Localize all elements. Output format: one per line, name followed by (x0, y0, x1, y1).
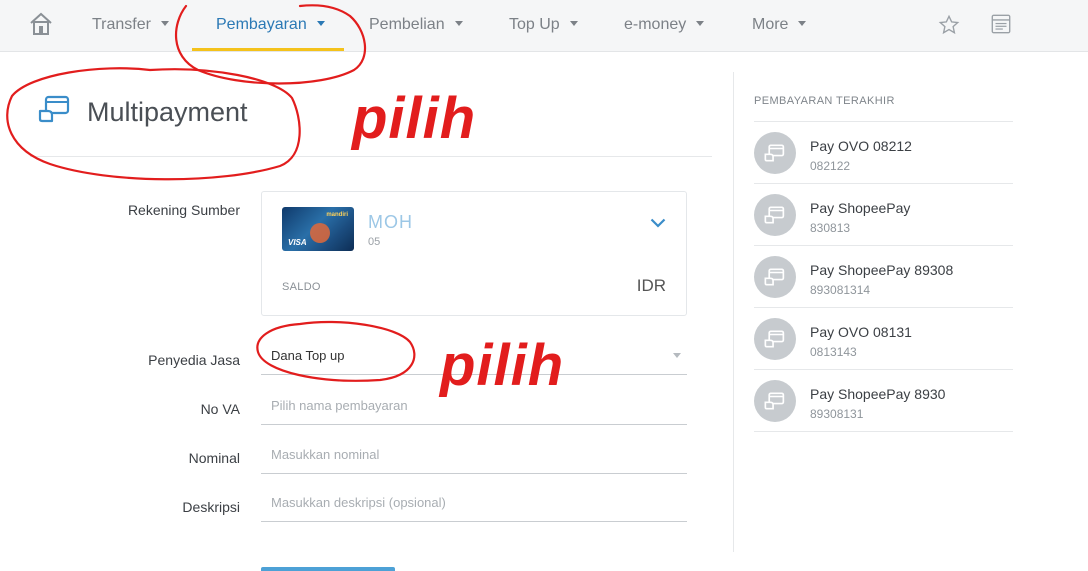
caret-down-icon (316, 21, 325, 27)
recent-payments-heading: PEMBAYARAN TERAKHIR (754, 95, 895, 107)
payment-card-icon (764, 144, 785, 162)
nav-item-more[interactable]: More (752, 0, 807, 52)
caret-down-icon (160, 21, 169, 27)
nav-item-label: Pembayaran (216, 16, 307, 33)
title-divider (30, 156, 712, 157)
nav-item-label: Transfer (92, 16, 151, 33)
active-tab-indicator (192, 48, 344, 51)
payment-card-icon (764, 268, 785, 286)
recent-payment-title: Pay OVO 08212 (810, 138, 912, 154)
card-network: VISA (288, 238, 307, 247)
recent-payment-number: 89308131 (810, 407, 864, 421)
card-brand: mandiri (326, 212, 348, 218)
nav-item-label: Top Up (509, 16, 560, 33)
balance-value: IDR (636, 276, 666, 295)
payment-card-icon (38, 95, 70, 123)
nav-item-label: e-money (624, 16, 687, 33)
nav-item-pembelian[interactable]: Pembelian (369, 0, 463, 52)
account-name: MOH (368, 212, 413, 232)
nominal-input[interactable] (261, 436, 687, 474)
source-account-selector[interactable]: mandiri VISA MOH 05 SALDO IDR (261, 191, 687, 316)
payment-card-icon (764, 330, 785, 348)
nav-item-e-money[interactable]: e-money (624, 0, 705, 52)
nav-item-label: More (752, 16, 789, 33)
description-label: Deskripsi (182, 499, 240, 515)
annotation-pilih: pilih (440, 333, 565, 398)
recent-payment-item[interactable]: Pay ShopeePay 89308 893081314 (754, 246, 1013, 307)
va-label: No VA (200, 401, 240, 417)
balance-label: SALDO (282, 281, 321, 293)
recent-payment-title: Pay ShopeePay (810, 200, 911, 216)
star-icon[interactable] (938, 14, 960, 36)
debit-card-image: mandiri VISA (282, 207, 354, 251)
payment-avatar (754, 256, 796, 298)
account-number: 05 (368, 236, 381, 248)
recent-payment-number: 0813143 (810, 345, 857, 359)
caret-down-icon (673, 353, 681, 358)
provider-selected-value: Dana Top up (271, 348, 345, 363)
recent-payment-item[interactable]: Pay ShopeePay 830813 (754, 184, 1013, 245)
payment-avatar (754, 194, 796, 236)
sidebar-divider (733, 72, 734, 552)
nav-item-pembayaran[interactable]: Pembayaran (216, 0, 325, 52)
recent-payment-title: Pay OVO 08131 (810, 324, 912, 340)
submit-button[interactable] (261, 567, 395, 571)
nav-item-transfer[interactable]: Transfer (92, 0, 169, 52)
recent-payment-number: 082122 (810, 159, 851, 173)
caret-down-icon (798, 21, 807, 27)
caret-down-icon (569, 21, 578, 27)
top-navigation: Transfer Pembayaran Pembelian Top Up e-m… (0, 0, 1088, 52)
description-input[interactable] (261, 484, 687, 522)
caret-down-icon (454, 21, 463, 27)
nav-item-label: Pembelian (369, 16, 445, 33)
home-icon[interactable] (28, 11, 54, 37)
nominal-label: Nominal (188, 450, 240, 466)
chevron-down-icon[interactable] (650, 218, 666, 228)
annotation-pilih: pilih (352, 86, 477, 151)
payment-card-icon (764, 206, 785, 224)
sidebar-rule (754, 431, 1013, 432)
payment-card-icon (764, 392, 785, 410)
recent-payment-item[interactable]: Pay OVO 08212 082122 (754, 122, 1013, 183)
provider-label: Penyedia Jasa (148, 352, 240, 368)
page-title: Multipayment (87, 97, 248, 127)
recent-payment-number: 893081314 (810, 283, 871, 297)
payment-avatar (754, 318, 796, 360)
payment-avatar (754, 132, 796, 174)
source-account-label: Rekening Sumber (127, 202, 240, 218)
recent-payment-item[interactable]: Pay ShopeePay 8930 89308131 (754, 370, 1013, 431)
recent-payment-number: 830813 (810, 221, 851, 235)
nav-item-top-up[interactable]: Top Up (509, 0, 578, 52)
recent-payment-title: Pay ShopeePay 89308 (810, 262, 954, 278)
recent-payment-item[interactable]: Pay OVO 08131 0813143 (754, 308, 1013, 369)
receipt-icon[interactable] (990, 13, 1012, 35)
recent-payment-title: Pay ShopeePay 8930 (810, 386, 946, 402)
caret-down-icon (696, 21, 705, 27)
payment-avatar (754, 380, 796, 422)
